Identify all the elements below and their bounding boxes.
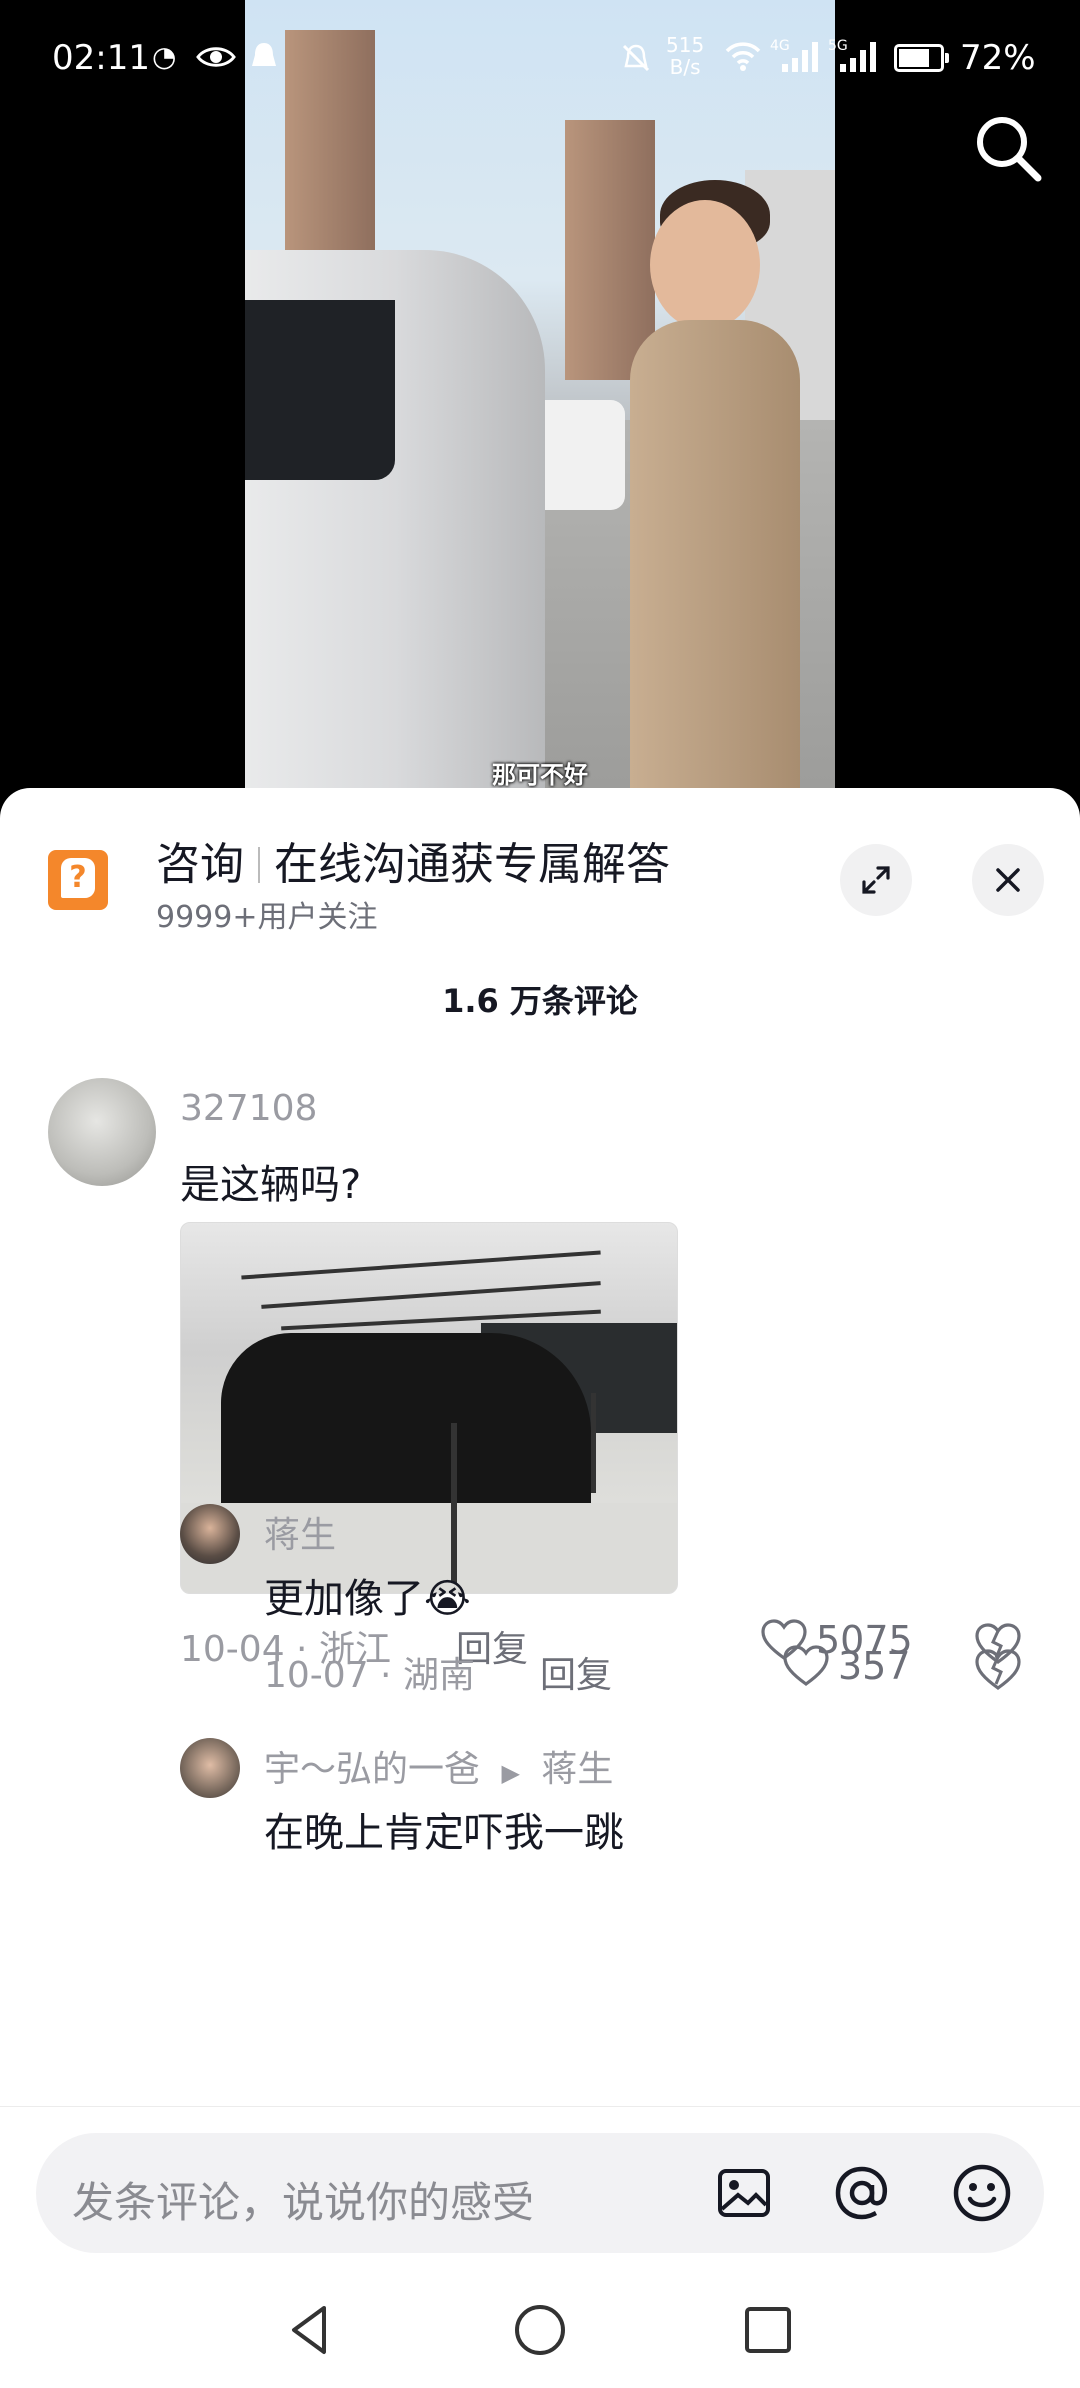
signal-icon-2 bbox=[840, 42, 876, 72]
person bbox=[630, 180, 800, 800]
expand-button[interactable] bbox=[840, 844, 912, 916]
recents-icon[interactable] bbox=[738, 2300, 798, 2360]
status-bar: 02:11 ◔ 515 B/s 4G 5G 72% bbox=[0, 0, 1080, 120]
reply-date-location: 10-07 · 湖南 bbox=[264, 1655, 475, 1696]
expand-icon bbox=[862, 866, 890, 894]
video-frame bbox=[245, 0, 835, 800]
network-speed: 515 B/s bbox=[666, 33, 705, 79]
comment-input[interactable]: 发条评论，说说你的感受 bbox=[36, 2133, 1044, 2253]
consult-icon: ? bbox=[48, 850, 108, 910]
avatar[interactable] bbox=[48, 1078, 156, 1186]
signal-icon bbox=[782, 42, 818, 72]
at-icon[interactable] bbox=[830, 2161, 894, 2225]
comment-list[interactable]: 327108 是这辆吗? 10-04 · 浙江 回复 5075 蒋生 更加像了😭… bbox=[0, 1048, 1080, 2100]
reply-username-line: 宇～弘的一爸 ▶ 蒋生 bbox=[264, 1740, 613, 1792]
reply-username[interactable]: 宇～弘的一爸 bbox=[264, 1749, 480, 1790]
reply-text: 在晚上肯定吓我一跳 bbox=[264, 1810, 624, 1856]
emoji-icon[interactable] bbox=[950, 2161, 1014, 2225]
image-icon[interactable] bbox=[712, 2161, 776, 2225]
like-count: 357 bbox=[838, 1644, 911, 1688]
comment-input-placeholder: 发条评论，说说你的感受 bbox=[72, 2178, 535, 2227]
crying-emoji-icon: 😭 bbox=[424, 1576, 471, 1622]
like-button[interactable]: 357 bbox=[782, 1644, 911, 1688]
consult-title: 咨询 在线沟通获专属解答 bbox=[156, 839, 670, 890]
app-notification-icon bbox=[252, 43, 276, 66]
avatar[interactable] bbox=[180, 1504, 240, 1564]
broken-heart-icon[interactable] bbox=[974, 1648, 1022, 1692]
eye-icon bbox=[196, 47, 236, 67]
comment-username[interactable]: 327108 bbox=[180, 1088, 317, 1129]
reply-to-username[interactable]: 蒋生 bbox=[541, 1749, 613, 1790]
consult-followers: 9999+用户关注 bbox=[156, 900, 378, 935]
avatar[interactable] bbox=[180, 1738, 240, 1798]
close-button[interactable] bbox=[972, 844, 1044, 916]
reply-arrow-icon: ▶ bbox=[501, 1759, 520, 1787]
comment-input-bar: 发条评论，说说你的感受 bbox=[0, 2106, 1080, 2256]
comment-image[interactable] bbox=[180, 1222, 678, 1594]
reply-text: 更加像了😭 bbox=[264, 1576, 471, 1622]
home-icon[interactable] bbox=[510, 2300, 570, 2360]
battery-percent: 72% bbox=[960, 38, 1036, 78]
heart-icon bbox=[783, 1645, 829, 1686]
video-player[interactable]: 那可不好 bbox=[0, 0, 1080, 800]
battery-icon bbox=[894, 44, 949, 72]
video-subtitle: 那可不好 bbox=[492, 761, 588, 789]
speed-gauge-icon: ◔ bbox=[152, 40, 177, 73]
close-icon bbox=[996, 868, 1020, 892]
wifi-icon bbox=[725, 42, 761, 71]
reply-username[interactable]: 蒋生 bbox=[264, 1506, 336, 1558]
system-nav-bar bbox=[0, 2256, 1080, 2388]
consult-banner[interactable]: ? 咨询 在线沟通获专属解答 9999+用户关注 bbox=[0, 788, 1080, 938]
reply-button[interactable]: 回复 bbox=[540, 1646, 612, 1698]
comment-text: 是这辆吗? bbox=[180, 1162, 362, 1208]
mute-notification-icon bbox=[622, 44, 650, 72]
status-time: 02:11 bbox=[52, 38, 150, 78]
search-icon[interactable] bbox=[968, 108, 1048, 188]
car-window bbox=[245, 300, 395, 480]
back-icon[interactable] bbox=[280, 2300, 340, 2360]
comment-count: 1.6 万条评论 bbox=[442, 982, 638, 1020]
